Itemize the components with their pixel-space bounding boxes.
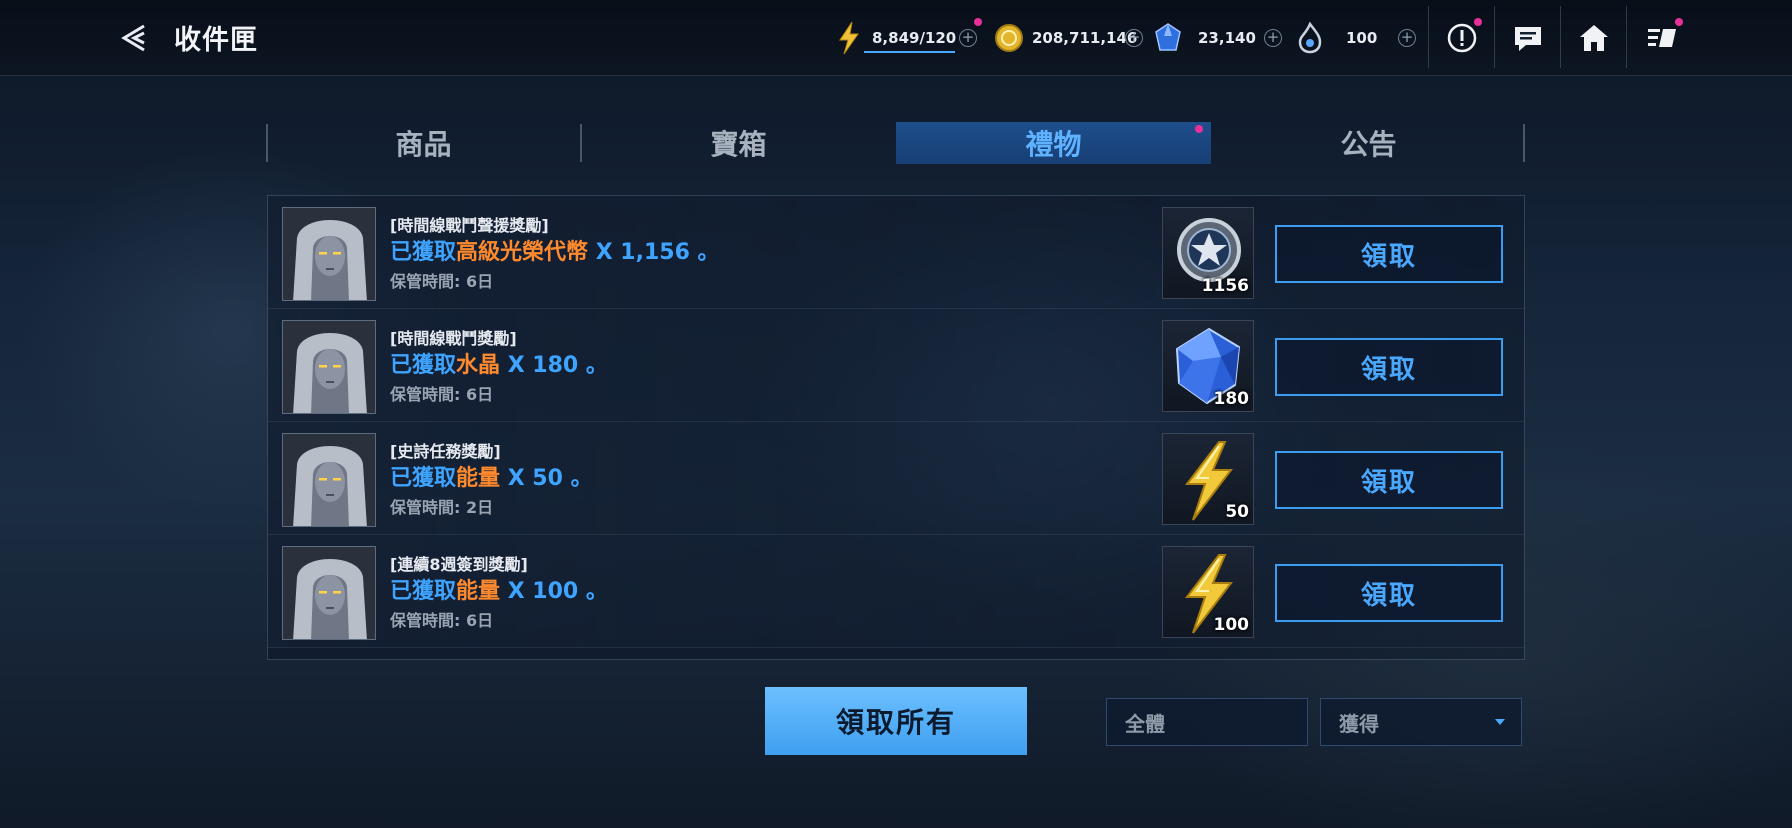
- tab-gifts[interactable]: 禮物: [896, 122, 1211, 164]
- item-count: 180: [1213, 389, 1250, 409]
- reward-item-box: 100: [1162, 546, 1254, 638]
- energy-value: 8,849/120: [872, 29, 957, 47]
- list-item: [時間線戰鬥獎勵] 已獲取水晶 X 180 。 保管時間: 6日 180 領取: [268, 309, 1524, 422]
- crystal-icon: [1155, 23, 1181, 51]
- notification-dot: [1675, 18, 1683, 26]
- gold-plus-button[interactable]: +: [1125, 29, 1143, 47]
- notification-dot: [1474, 18, 1482, 26]
- item-amount: X 100 。: [500, 579, 608, 604]
- item-description: 已獲取高級光榮代幣 X 1,156 。: [390, 234, 720, 266]
- item-title: [連續8週簽到獎勵]: [390, 555, 528, 574]
- flame-token-icon: [1298, 22, 1322, 54]
- tab-bar: 商品 寶箱 禮物 公告: [266, 122, 1526, 164]
- keep-time: 保管時間: 6日: [390, 611, 494, 630]
- energy-plus-button[interactable]: +: [959, 29, 977, 47]
- chevron-down-icon: [1495, 719, 1505, 725]
- item-name: 能量: [456, 579, 501, 604]
- claim-all-button[interactable]: 領取所有: [765, 687, 1027, 755]
- alert-icon[interactable]: [1444, 20, 1480, 56]
- divider: [1494, 6, 1495, 68]
- divider: [1626, 6, 1627, 68]
- sender-avatar: [282, 207, 376, 301]
- reward-item-box: 180: [1162, 320, 1254, 412]
- claim-button[interactable]: 領取: [1275, 338, 1503, 396]
- keep-time: 保管時間: 6日: [390, 385, 494, 404]
- reward-item-box: 50: [1162, 433, 1254, 525]
- sort-select[interactable]: 獲得: [1320, 698, 1522, 746]
- item-description: 已獲取能量 X 100 。: [390, 573, 608, 605]
- item-name: 高級光榮代幣: [456, 240, 589, 265]
- keep-time: 保管時間: 2日: [390, 498, 494, 517]
- chat-icon[interactable]: [1510, 20, 1546, 56]
- desc-prefix: 已獲取: [390, 240, 457, 265]
- divider: [1560, 6, 1561, 68]
- menu-icon[interactable]: [1644, 20, 1680, 56]
- divider: [1428, 6, 1429, 68]
- desc-prefix: 已獲取: [390, 579, 457, 604]
- item-count: 50: [1225, 502, 1249, 522]
- item-count: 100: [1213, 615, 1250, 635]
- item-name: 水晶: [456, 353, 501, 378]
- energy-resource: [836, 20, 862, 56]
- home-icon[interactable]: [1576, 20, 1612, 56]
- flame-token-value: 100: [1346, 29, 1378, 47]
- filter-value: 全體: [1125, 711, 1165, 736]
- claim-button[interactable]: 領取: [1275, 564, 1503, 622]
- item-title: [時間線戰鬥獎勵]: [390, 329, 517, 348]
- gold-coin-icon: [995, 24, 1023, 52]
- list-item: [時間線戰鬥聲援獎勵] 已獲取高級光榮代幣 X 1,156 。 保管時間: 6日…: [268, 196, 1524, 309]
- tab-notices[interactable]: 公告: [1211, 122, 1526, 164]
- top-bar: 收件匣 8,849/120 + 208,711,146 + 23,140 + 1…: [0, 0, 1792, 76]
- item-description: 已獲取能量 X 50 。: [390, 460, 593, 492]
- sender-avatar: [282, 433, 376, 527]
- sort-value: 獲得: [1339, 711, 1379, 736]
- item-description: 已獲取水晶 X 180 。: [390, 347, 608, 379]
- item-name: 能量: [456, 466, 501, 491]
- desc-prefix: 已獲取: [390, 466, 457, 491]
- flame-token-plus-button[interactable]: +: [1398, 29, 1416, 47]
- claim-button[interactable]: 領取: [1275, 451, 1503, 509]
- gold-value: 208,711,146: [1032, 29, 1138, 47]
- sender-avatar: [282, 320, 376, 414]
- item-title: [史詩任務獎勵]: [390, 442, 501, 461]
- list-item: [史詩任務獎勵] 已獲取能量 X 50 。 保管時間: 2日 50 領取: [268, 422, 1524, 535]
- item-amount: X 180 。: [500, 353, 608, 378]
- page-title: 收件匣: [174, 25, 258, 56]
- item-count: 1156: [1201, 276, 1249, 296]
- crystal-value: 23,140: [1198, 29, 1256, 47]
- tab-divider: [1523, 124, 1525, 162]
- notification-dot: [974, 18, 982, 26]
- claim-button[interactable]: 領取: [1275, 225, 1503, 283]
- back-arrow-icon[interactable]: [114, 18, 154, 58]
- item-title: [時間線戰鬥聲援獎勵]: [390, 216, 549, 235]
- item-amount: X 50 。: [500, 466, 593, 491]
- keep-time: 保管時間: 6日: [390, 272, 494, 291]
- item-amount: X 1,156 。: [588, 240, 720, 265]
- desc-prefix: 已獲取: [390, 353, 457, 378]
- gift-list: [時間線戰鬥聲援獎勵] 已獲取高級光榮代幣 X 1,156 。 保管時間: 6日…: [267, 195, 1525, 660]
- reward-item-box: 1156: [1162, 207, 1254, 299]
- energy-bolt-icon: [839, 21, 859, 55]
- crystal-plus-button[interactable]: +: [1264, 29, 1282, 47]
- notification-dot: [1195, 125, 1203, 133]
- sender-avatar: [282, 546, 376, 640]
- filter-select[interactable]: 全體: [1106, 698, 1308, 746]
- tab-chest[interactable]: 寶箱: [581, 122, 896, 164]
- tab-goods[interactable]: 商品: [266, 122, 581, 164]
- energy-underline: [864, 51, 955, 53]
- list-item: [連續8週簽到獎勵] 已獲取能量 X 100 。 保管時間: 6日 100 領取: [268, 535, 1524, 648]
